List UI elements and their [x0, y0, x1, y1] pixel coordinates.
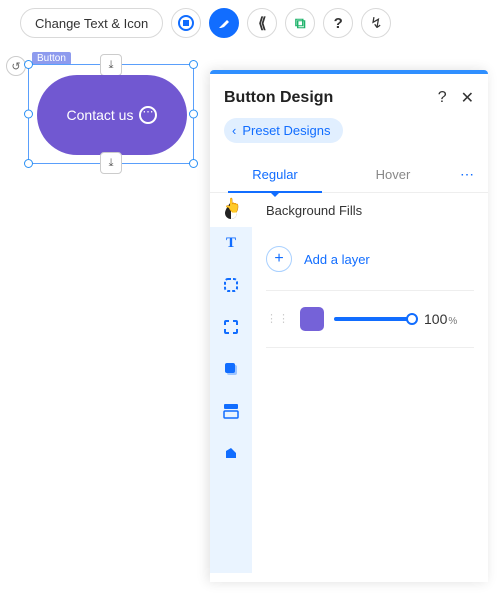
floating-toolbar: Change Text & Icon ⟪ ⧉ ? ↯ — [20, 8, 391, 38]
tab-regular[interactable]: Regular — [216, 157, 334, 192]
panel-title: Button Design — [224, 89, 333, 107]
drag-handle[interactable]: ⋮⋮ — [266, 317, 290, 322]
panel-header: Button Design ? ✕ — [210, 74, 488, 118]
section-title: Background Fills — [266, 201, 474, 218]
question-icon: ? — [334, 15, 343, 32]
plus-icon: + — [266, 246, 292, 272]
help-button[interactable]: ? — [323, 8, 353, 38]
padding-icon — [223, 403, 239, 419]
download-bottom-button[interactable]: ⤓ — [100, 152, 122, 174]
panel-close-button[interactable]: ✕ — [461, 88, 474, 108]
animation-icon: ⟪ — [258, 14, 266, 32]
design-panel: Button Design ? ✕ ‹ Preset Designs Regul… — [210, 70, 488, 582]
sidebar-border-button[interactable] — [221, 275, 241, 295]
selection-box[interactable]: ⤓ Contact us ⤓ — [28, 64, 194, 164]
panel-help-button[interactable]: ? — [438, 89, 447, 107]
change-text-icon-button[interactable]: Change Text & Icon — [20, 8, 163, 38]
shape-icon — [223, 445, 239, 461]
preset-designs-label: Preset Designs — [242, 123, 330, 138]
animation-button[interactable]: ⟪ — [247, 8, 277, 38]
resize-handle-tr[interactable] — [189, 60, 198, 69]
resize-handle-mr[interactable] — [189, 110, 198, 119]
sidebar-text-button[interactable]: T — [221, 233, 241, 253]
category-sidebar: 👆 T — [210, 219, 252, 573]
sidebar-shape-button[interactable] — [221, 443, 241, 463]
contact-button-element[interactable]: Contact us — [37, 75, 187, 155]
fill-layer-row: ⋮⋮ 100% — [266, 291, 474, 348]
opacity-value: 100% — [424, 311, 457, 327]
tab-hover[interactable]: Hover — [334, 157, 452, 192]
opacity-slider[interactable] — [334, 317, 414, 321]
resize-handle-ml[interactable] — [24, 110, 33, 119]
add-layer-button[interactable]: + Add a layer — [266, 238, 474, 291]
add-layer-label: Add a layer — [304, 252, 370, 267]
undo-button[interactable]: ↺ — [6, 56, 26, 76]
border-dashed-icon — [223, 277, 239, 293]
resize-handle-bl[interactable] — [24, 159, 33, 168]
preset-designs-button[interactable]: ‹ Preset Designs — [224, 118, 343, 143]
undo-icon: ↺ — [11, 60, 20, 73]
link-button[interactable]: ⧉ — [285, 8, 315, 38]
panel-content: Background Fills + Add a layer ⋮⋮ 100% — [252, 193, 488, 573]
paintbrush-icon — [216, 15, 232, 31]
chevron-left-icon: ‹ — [232, 123, 236, 138]
download-icon: ⤓ — [109, 157, 114, 170]
cursor-icon: 👆 — [224, 197, 241, 214]
stretch-icon: ↯ — [370, 14, 383, 32]
text-icon: T — [226, 235, 236, 252]
design-button[interactable] — [209, 8, 239, 38]
chat-icon — [139, 106, 157, 124]
sidebar-shadow-button[interactable] — [221, 359, 241, 379]
slider-thumb[interactable] — [406, 313, 418, 325]
sidebar-corners-button[interactable] — [221, 317, 241, 337]
tab-more-button[interactable]: ⋯ — [452, 166, 482, 183]
sidebar-padding-button[interactable] — [221, 401, 241, 421]
resize-handle-br[interactable] — [189, 159, 198, 168]
resize-handle-tl[interactable] — [24, 60, 33, 69]
color-swatch[interactable] — [300, 307, 324, 331]
link-icon: ⧉ — [295, 15, 306, 32]
layout-button[interactable] — [171, 8, 201, 38]
layout-icon — [178, 15, 194, 31]
contact-button-label: Contact us — [67, 107, 134, 123]
state-tabs: Regular Hover ⋯ — [210, 157, 488, 193]
download-top-button[interactable]: ⤓ — [100, 54, 122, 76]
download-icon: ⤓ — [109, 59, 114, 72]
corners-icon — [223, 319, 239, 335]
shadow-icon — [223, 361, 239, 377]
stretch-button[interactable]: ↯ — [361, 8, 391, 38]
